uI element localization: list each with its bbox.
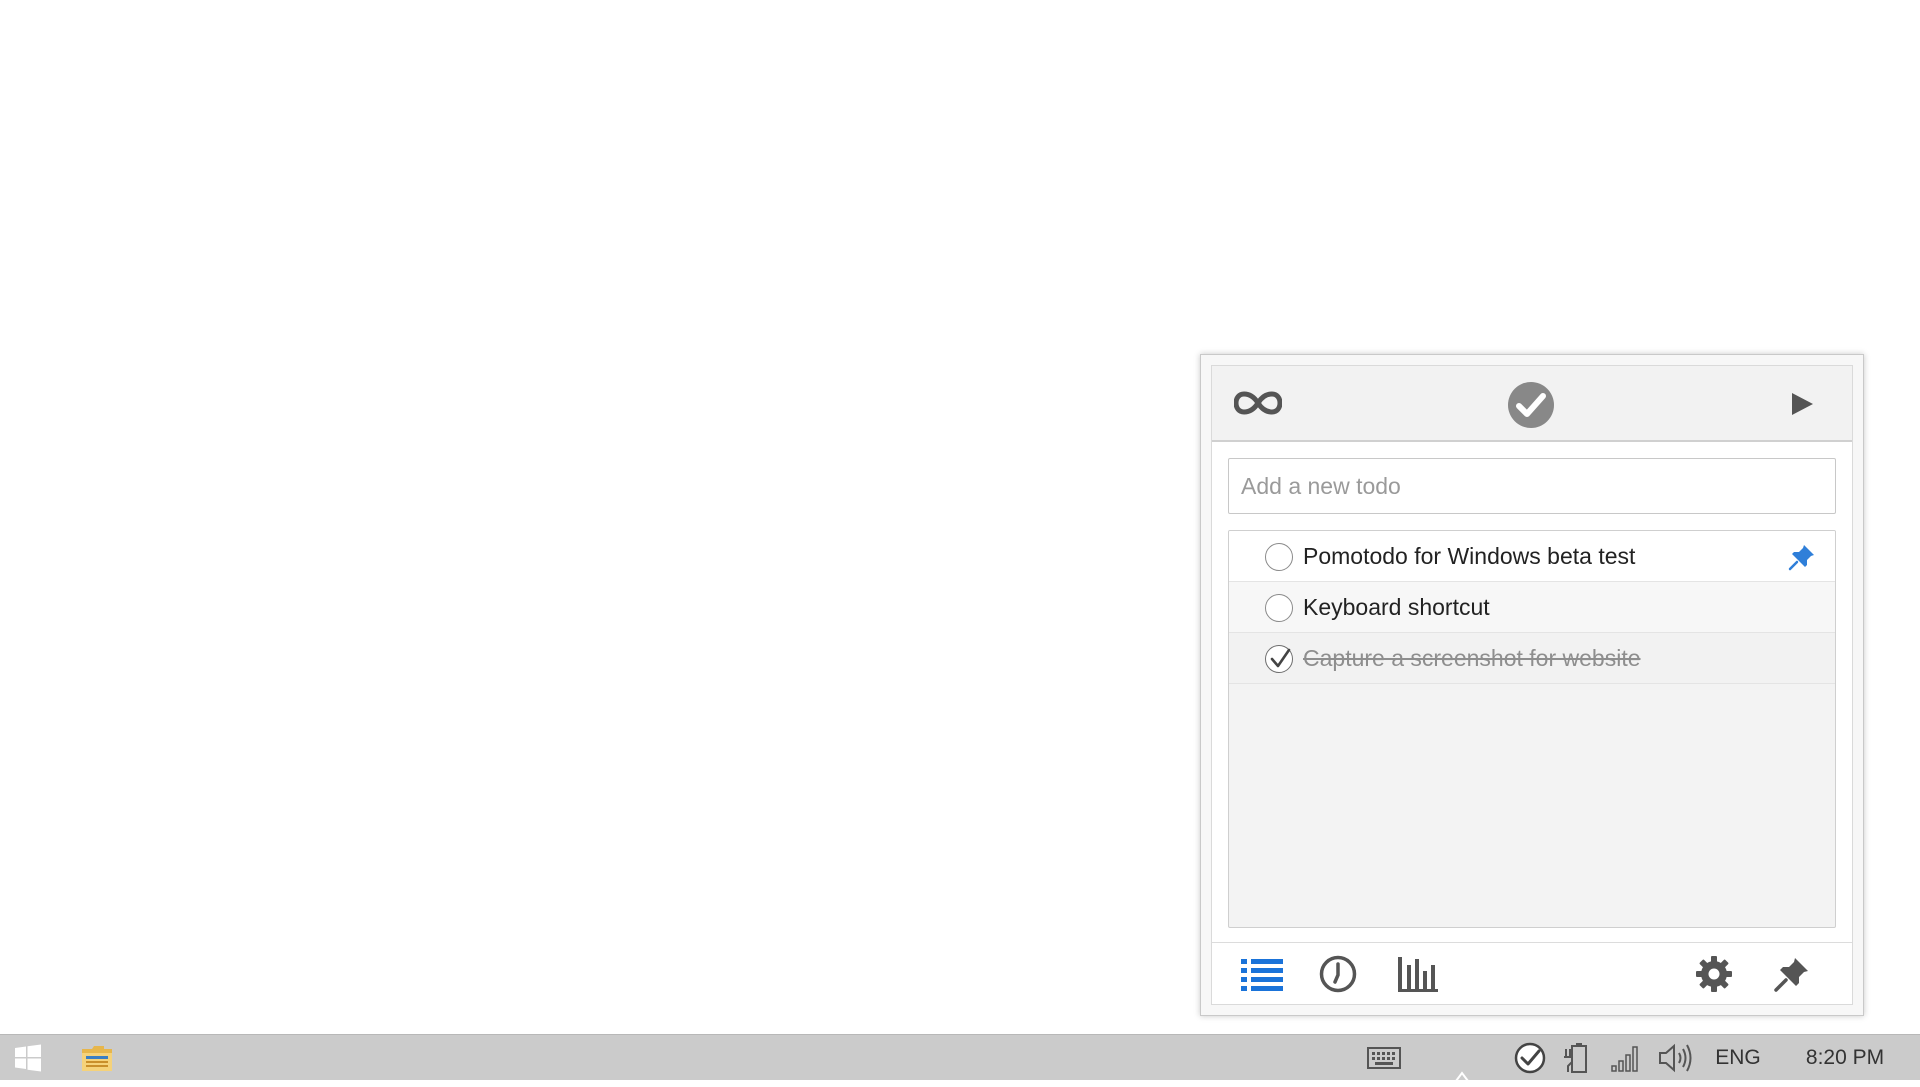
todo-checkbox[interactable]: [1265, 594, 1293, 622]
volume-tray-button[interactable]: [1656, 1035, 1696, 1081]
clock-icon: [1319, 955, 1357, 993]
todo-item[interactable]: Keyboard shortcut: [1229, 582, 1835, 633]
clock[interactable]: 8:20 PM: [1790, 1035, 1900, 1081]
keyboard-icon: [1367, 1047, 1401, 1069]
pin-icon: [1774, 958, 1808, 992]
language-indicator[interactable]: ENG: [1708, 1035, 1768, 1081]
new-todo-input[interactable]: [1228, 458, 1836, 514]
check-circle-icon: [1508, 382, 1554, 428]
play-icon: [1792, 393, 1813, 415]
todo-text: Capture a screenshot for website: [1303, 645, 1641, 671]
windows-logo-icon: [15, 1044, 41, 1072]
start-button[interactable]: [10, 1035, 46, 1081]
tray-overflow-caret[interactable]: [1455, 1069, 1469, 1082]
todo-item[interactable]: Pomotodo for Windows beta test: [1229, 531, 1835, 582]
statistics-tab[interactable]: [1396, 953, 1440, 995]
power-tray-button[interactable]: [1560, 1035, 1596, 1081]
complete-button[interactable]: [1506, 380, 1556, 430]
power-icon: [1564, 1043, 1587, 1073]
history-tab[interactable]: [1316, 953, 1360, 995]
infinity-button[interactable]: [1230, 383, 1286, 423]
settings-button[interactable]: [1692, 953, 1736, 995]
infinity-icon: [1234, 391, 1282, 415]
todo-list: Pomotodo for Windows beta test Keyboard …: [1228, 530, 1836, 928]
volume-icon: [1659, 1043, 1692, 1073]
gear-icon: [1696, 956, 1732, 992]
todo-checkbox[interactable]: [1265, 645, 1293, 673]
todo-item[interactable]: Capture a screenshot for website: [1229, 633, 1835, 684]
pomotodo-panel: Pomotodo for Windows beta test Keyboard …: [1211, 365, 1853, 1005]
file-explorer-icon: [82, 1046, 112, 1071]
todo-list-tab[interactable]: [1240, 953, 1284, 995]
todo-checkbox[interactable]: [1265, 543, 1293, 571]
todo-text: Pomotodo for Windows beta test: [1303, 543, 1636, 569]
todo-text: Keyboard shortcut: [1303, 594, 1490, 620]
list-icon: [1241, 959, 1283, 991]
play-button[interactable]: [1786, 388, 1818, 420]
touch-keyboard-button[interactable]: [1364, 1035, 1404, 1081]
pin-icon[interactable]: [1787, 542, 1817, 572]
pomotodo-tray-button[interactable]: [1512, 1035, 1548, 1081]
taskbar: ENG 8:20 PM: [0, 1034, 1920, 1082]
pomotodo-popup: Pomotodo for Windows beta test Keyboard …: [1200, 354, 1864, 1016]
bar-chart-icon: [1398, 957, 1438, 992]
bottom-toolbar: [1212, 942, 1852, 1004]
top-toolbar: [1212, 366, 1852, 442]
network-icon: [1611, 1046, 1638, 1072]
pin-window-button[interactable]: [1770, 953, 1814, 995]
chevron-up-icon: [1455, 1071, 1469, 1082]
network-tray-button[interactable]: [1608, 1035, 1644, 1081]
checkmark-icon: [1270, 648, 1291, 668]
pomotodo-tray-icon: [1514, 1042, 1546, 1074]
file-explorer-button[interactable]: [76, 1035, 118, 1081]
